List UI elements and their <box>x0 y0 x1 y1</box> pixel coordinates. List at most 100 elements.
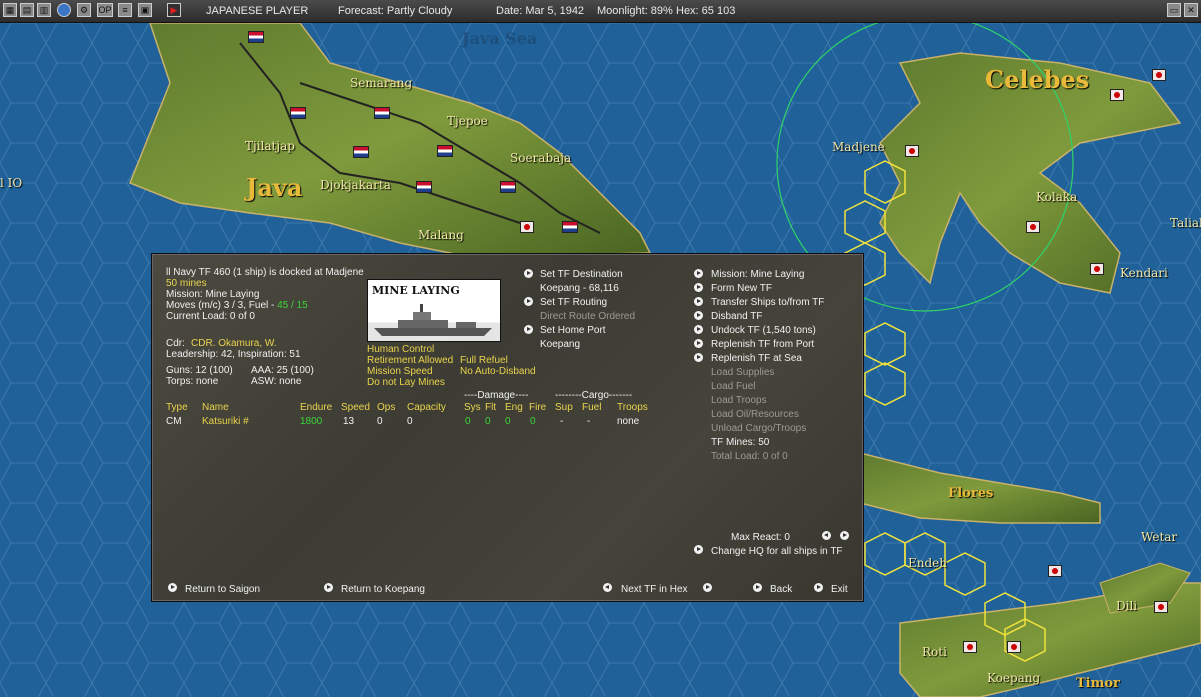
replenish-port-button[interactable]: Replenish TF from Port <box>711 339 814 350</box>
commander-name[interactable]: CDR. Okamura, W. <box>191 338 277 349</box>
base-label[interactable]: Wetar <box>1141 530 1177 544</box>
decrease-react-icon[interactable] <box>822 531 831 540</box>
base-label[interactable]: Madjene <box>832 140 885 154</box>
japanese-flag-icon[interactable] <box>1048 565 1062 577</box>
cargo-header: --------Cargo------- <box>555 390 633 401</box>
bullet-arrow-icon <box>524 325 533 334</box>
dutch-flag-icon[interactable] <box>416 181 432 193</box>
unload-cargo-button[interactable]: Unload Cargo/Troops <box>711 423 806 434</box>
full-refuel-toggle[interactable]: Full Refuel <box>460 355 508 366</box>
increase-react-icon[interactable] <box>840 531 849 540</box>
japanese-flag-icon[interactable] <box>1152 69 1166 81</box>
dutch-flag-icon[interactable] <box>562 221 578 233</box>
bullet-arrow-icon <box>524 269 533 278</box>
set-routing-button[interactable]: Set TF Routing <box>540 297 607 308</box>
torps: Torps: none <box>166 376 219 387</box>
base-label[interactable]: Tjilatjap <box>245 139 295 153</box>
base-label[interactable]: Soerabaja <box>510 151 571 165</box>
transfer-ships-button[interactable]: Transfer Ships to/from TF <box>711 297 824 308</box>
minimize-icon[interactable]: ▭ <box>1167 3 1181 17</box>
base-label[interactable]: l IO <box>0 176 22 190</box>
task-force-panel: ll Navy TF 460 (1 ship) is docked at Mad… <box>151 253 864 602</box>
bullet-arrow-icon <box>168 583 177 592</box>
dutch-flag-icon[interactable] <box>437 145 453 157</box>
globe-icon[interactable] <box>57 3 71 17</box>
player-label: JAPANESE PLAYER <box>206 5 309 17</box>
mission-speed-toggle[interactable]: Mission Speed <box>367 366 433 377</box>
load-fuel-button[interactable]: Load Fuel <box>711 381 755 392</box>
back-button[interactable]: Back <box>770 584 792 595</box>
change-hq-button[interactable]: Change HQ for all ships in TF <box>711 546 843 557</box>
set-destination-button[interactable]: Set TF Destination <box>540 269 623 280</box>
base-label[interactable]: Semarang <box>350 76 412 90</box>
close-icon[interactable]: ✕ <box>1184 3 1198 17</box>
op-icon[interactable]: OP <box>97 3 113 17</box>
japanese-flag-icon[interactable] <box>1007 641 1021 653</box>
ship-fuel: - <box>587 416 591 427</box>
retirement-toggle[interactable]: Retirement Allowed <box>367 355 453 366</box>
base-label[interactable]: Tjepoe <box>447 114 488 128</box>
human-control-toggle[interactable]: Human Control <box>367 344 434 355</box>
base-label[interactable]: Dili <box>1116 599 1137 613</box>
column-header: Troops <box>617 402 648 413</box>
auto-disband-toggle[interactable]: No Auto-Disband <box>460 366 536 377</box>
bullet-arrow-icon <box>324 583 333 592</box>
aaa: AAA: 25 (100) <box>251 365 314 376</box>
base-label[interactable]: Koepang <box>987 671 1040 685</box>
load-supplies-button[interactable]: Load Supplies <box>711 367 774 378</box>
return-koepang-button[interactable]: Return to Koepang <box>341 584 425 595</box>
form-new-tf-button[interactable]: Form New TF <box>711 283 772 294</box>
dutch-flag-icon[interactable] <box>500 181 516 193</box>
dutch-flag-icon[interactable] <box>248 31 264 43</box>
top-toolbar: ▦ ▤ ▥ ⚙ OP ≡ ▣ ▶ JAPANESE PLAYER Forecas… <box>0 0 1201 23</box>
load-oil-button[interactable]: Load Oil/Resources <box>711 409 799 420</box>
fuel-value: 45 / 15 <box>277 300 308 311</box>
base-label[interactable]: Endeh <box>908 556 947 570</box>
lay-mines-toggle[interactable]: Do not Lay Mines <box>367 377 445 388</box>
bullet-arrow-icon <box>694 311 703 320</box>
ship-flt: 0 <box>485 416 491 427</box>
base-label[interactable]: Kolaka <box>1036 190 1077 204</box>
next-tf-icon[interactable] <box>703 583 712 592</box>
disband-tf-button[interactable]: Disband TF <box>711 311 763 322</box>
base-label[interactable]: Roti <box>922 645 947 659</box>
map-icon[interactable]: ▦ <box>3 3 17 17</box>
previous-tf-icon[interactable] <box>603 583 612 592</box>
base-label[interactable]: Malang <box>418 228 464 242</box>
japanese-flag-icon[interactable] <box>963 641 977 653</box>
japanese-flag-icon[interactable] <box>905 145 919 157</box>
dutch-flag-icon[interactable] <box>353 146 369 158</box>
base-label[interactable]: Djokjakarta <box>320 178 391 192</box>
ship-type: CM <box>166 416 182 427</box>
report-icon[interactable]: ≡ <box>118 3 132 17</box>
load-troops-button[interactable]: Load Troops <box>711 395 767 406</box>
dutch-flag-icon[interactable] <box>374 107 390 119</box>
window-icon[interactable]: ▣ <box>138 3 152 17</box>
ship-ops: 0 <box>377 416 383 427</box>
stack-icon[interactable]: ▤ <box>20 3 34 17</box>
ship-name[interactable]: Katsuriki # <box>202 416 249 427</box>
play-icon[interactable]: ▶ <box>167 3 181 17</box>
column-header: Eng <box>505 402 523 413</box>
return-saigon-button[interactable]: Return to Saigon <box>185 584 260 595</box>
exit-button[interactable]: Exit <box>831 584 848 595</box>
base-label[interactable]: Taliab <box>1170 216 1201 230</box>
dutch-flag-icon[interactable] <box>290 107 306 119</box>
set-home-port-button[interactable]: Set Home Port <box>540 325 606 336</box>
graph-icon[interactable]: ▥ <box>37 3 51 17</box>
bullet-arrow-icon <box>753 583 762 592</box>
home-port-value: Koepang <box>540 339 581 350</box>
column-header: Sup <box>555 402 573 413</box>
mission-button[interactable]: Mission: Mine Laying <box>711 269 804 280</box>
japanese-flag-icon[interactable] <box>1110 89 1124 101</box>
japanese-flag-icon[interactable] <box>1154 601 1168 613</box>
undock-tf-button[interactable]: Undock TF (1,540 tons) <box>711 325 816 336</box>
japanese-flag-icon[interactable] <box>1090 263 1104 275</box>
japanese-flag-icon[interactable] <box>520 221 534 233</box>
base-label[interactable]: Kendari <box>1120 266 1168 280</box>
ship-speed: 13 <box>343 416 355 427</box>
gear-icon[interactable]: ⚙ <box>77 3 91 17</box>
replenish-sea-button[interactable]: Replenish TF at Sea <box>711 353 802 364</box>
bullet-arrow-icon <box>694 283 703 292</box>
japanese-flag-icon[interactable] <box>1026 221 1040 233</box>
